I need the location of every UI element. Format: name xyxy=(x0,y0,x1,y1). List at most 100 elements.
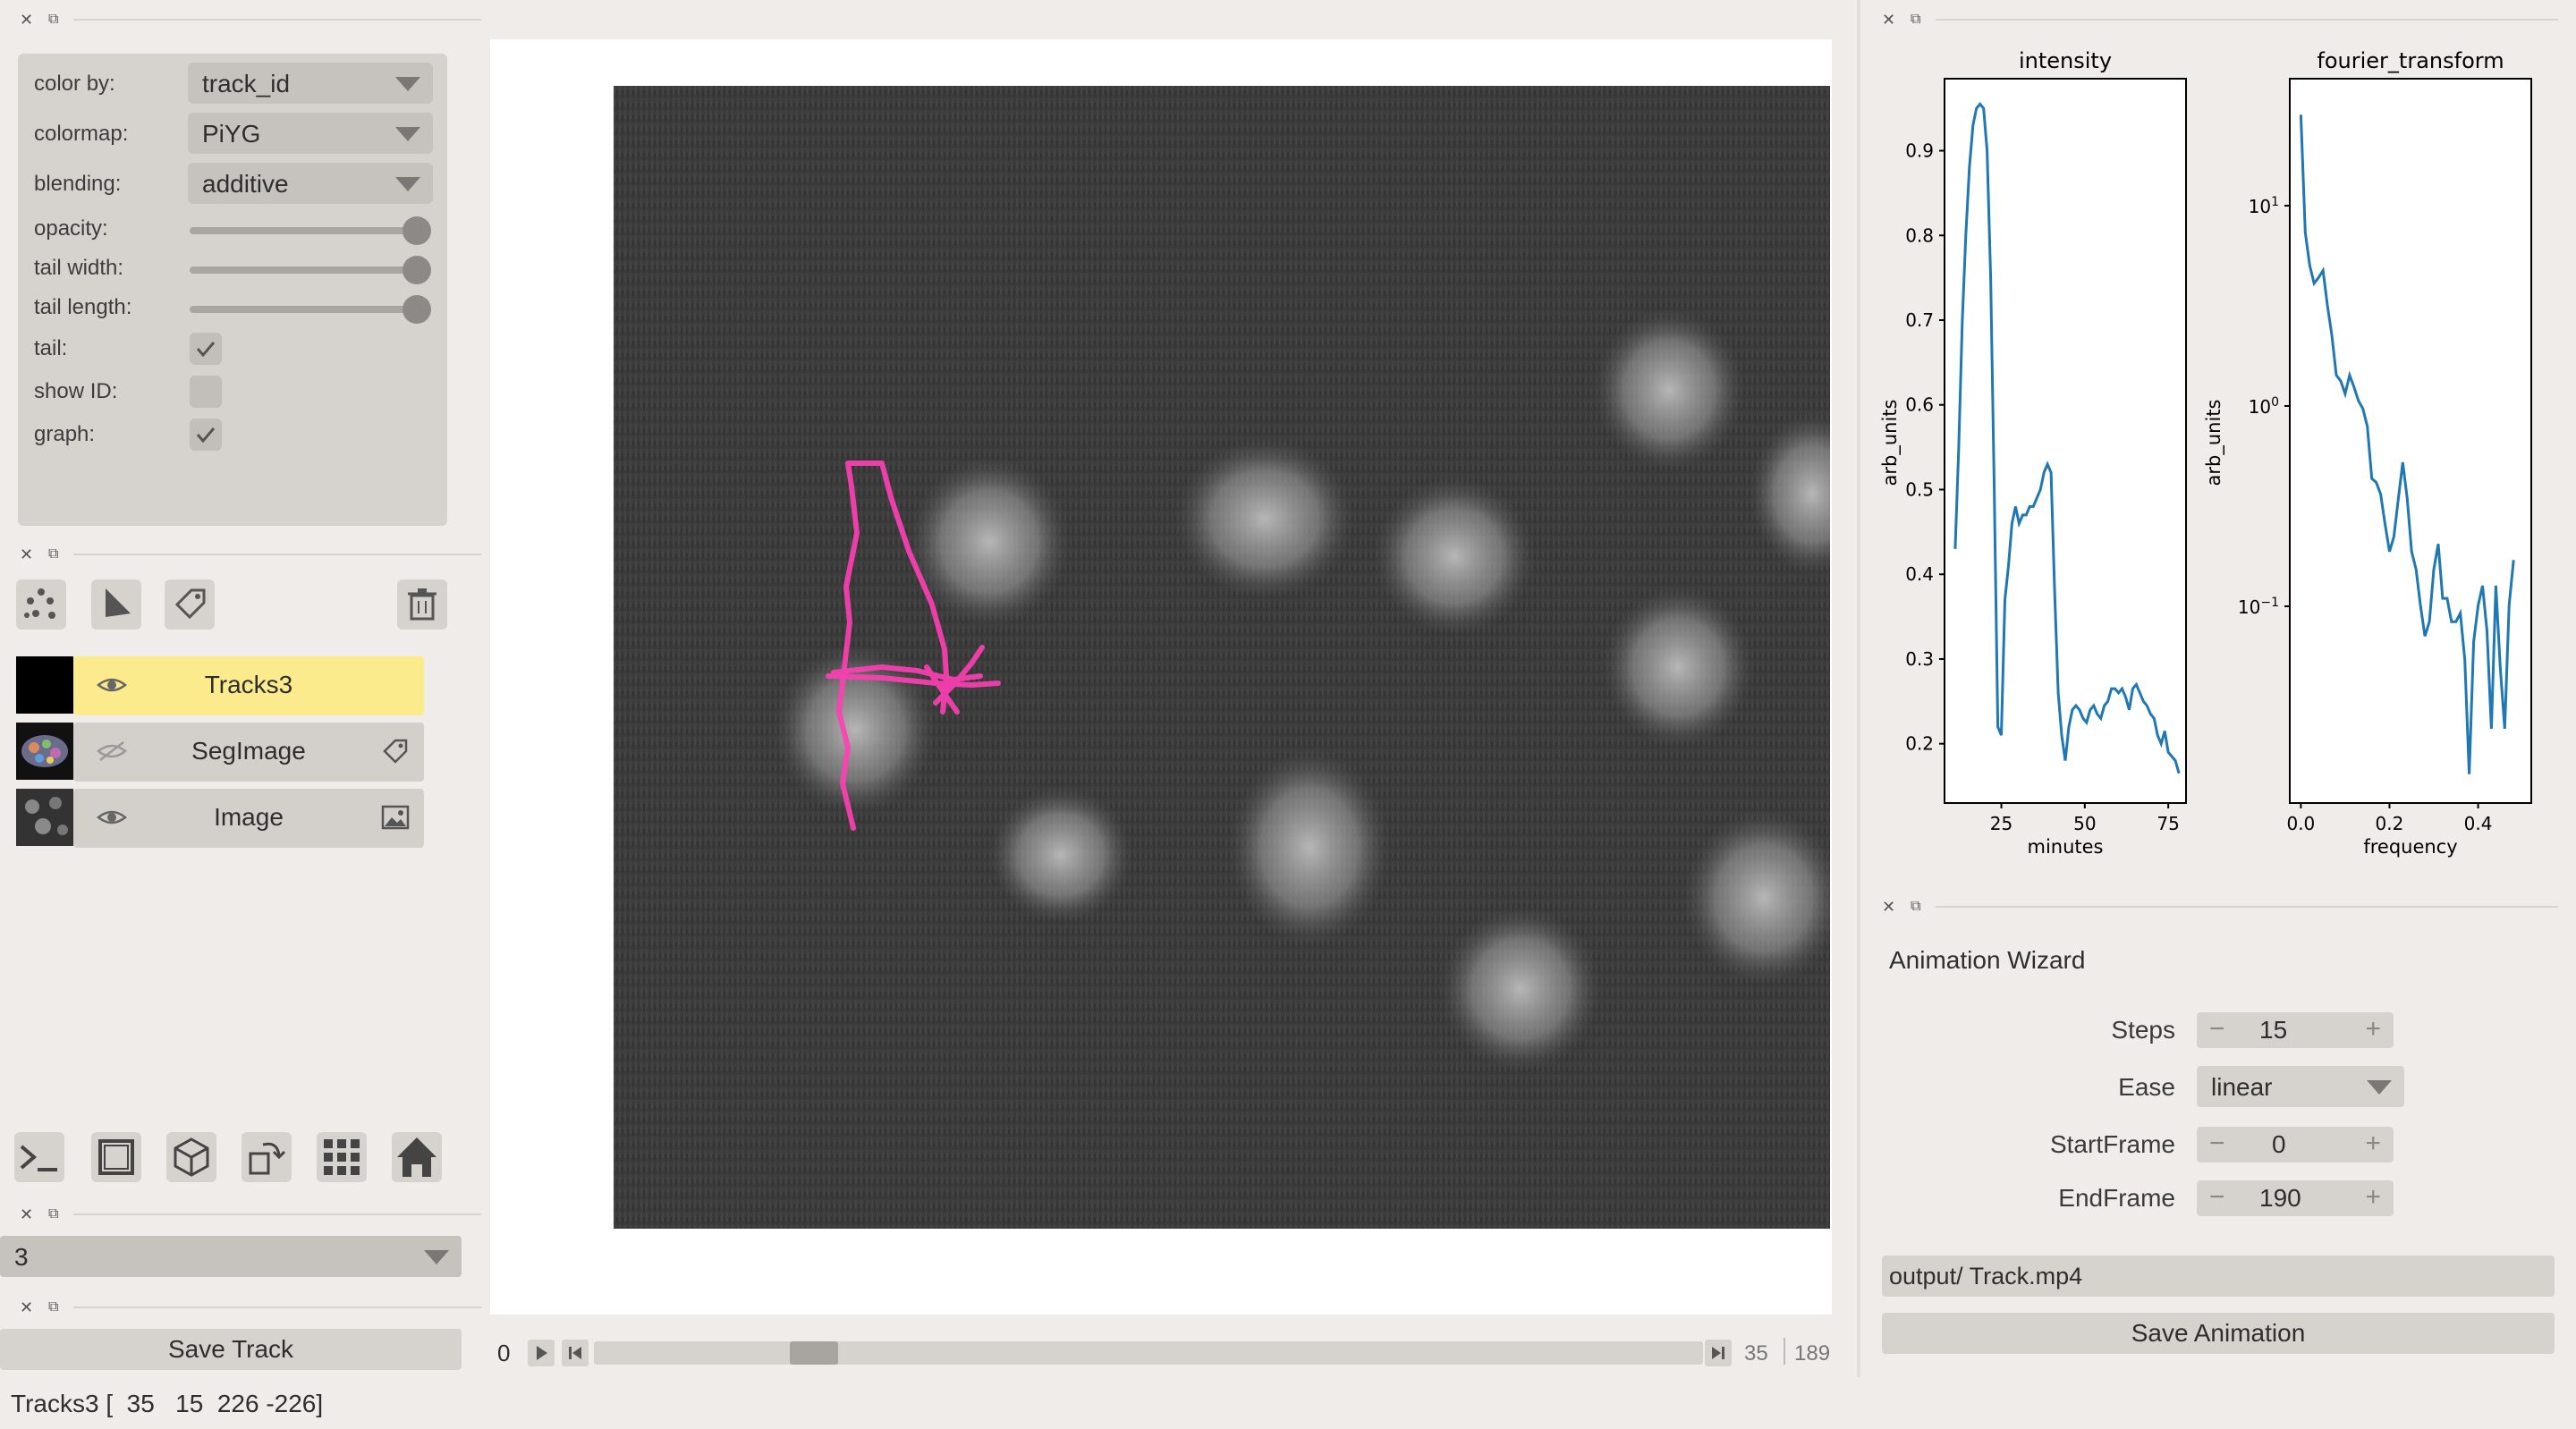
opacity-slider[interactable] xyxy=(190,227,426,234)
end-frame-spinbox[interactable]: − 190 + xyxy=(2197,1180,2394,1216)
layer-name[interactable]: Tracks3 xyxy=(150,671,347,699)
minus-icon[interactable]: − xyxy=(2209,1014,2225,1044)
float-icon[interactable]: ⧉ xyxy=(48,11,58,29)
ndisplay-button[interactable] xyxy=(91,1132,141,1182)
float-icon[interactable]: ⧉ xyxy=(48,1205,58,1223)
float-icon[interactable]: ⧉ xyxy=(1911,898,1920,916)
start-frame-spinbox[interactable]: − 0 + xyxy=(2197,1127,2394,1163)
layer-name[interactable]: Image xyxy=(150,803,347,832)
opacity-slider-handle[interactable] xyxy=(402,216,431,245)
ytick-label: 0.5 xyxy=(1905,478,1934,500)
step-forward-icon[interactable] xyxy=(1705,1340,1732,1366)
close-icon[interactable]: ✕ xyxy=(20,545,33,563)
viewer-canvas[interactable] xyxy=(490,39,1832,1315)
delete-layer-button[interactable] xyxy=(397,579,447,630)
layer-controls-dock-header: ✕ ⧉ xyxy=(16,9,481,30)
chevron-down-icon xyxy=(2367,1080,2392,1095)
plus-icon[interactable]: + xyxy=(2365,1014,2381,1044)
plots-figure: intensity minutes arb_units 0.2 0.3 0.4 0.5… xyxy=(1869,36,2567,876)
graph-checkbox[interactable] xyxy=(190,419,222,451)
xtick-label: 0.0 xyxy=(2286,813,2315,834)
intensity-title: intensity xyxy=(2019,48,2112,73)
layer-row-tracks3[interactable]: Tracks3 xyxy=(73,656,424,715)
eye-icon[interactable] xyxy=(97,674,127,696)
layer-name[interactable]: SegImage xyxy=(150,737,347,765)
colormap-dropdown[interactable]: PiYG xyxy=(188,113,433,154)
fourier-xlabel: frequency xyxy=(2363,836,2457,858)
tail-checkbox[interactable] xyxy=(190,333,222,365)
dock-splitter[interactable] xyxy=(1857,0,1860,1377)
plus-icon[interactable]: + xyxy=(2365,1129,2381,1159)
start-frame-value[interactable]: 0 xyxy=(2272,1130,2286,1159)
polygon-icon xyxy=(106,588,131,617)
minus-icon[interactable]: − xyxy=(2209,1129,2225,1159)
ease-dropdown[interactable]: linear xyxy=(2197,1066,2404,1107)
track-id-dropdown[interactable]: 3 xyxy=(0,1236,462,1277)
float-icon[interactable]: ⧉ xyxy=(1911,11,1920,29)
dims-slider-track[interactable] xyxy=(594,1341,1703,1365)
transpose-button[interactable] xyxy=(242,1132,292,1182)
eye-closed-icon[interactable] xyxy=(97,740,127,762)
plus-icon[interactable]: + xyxy=(2365,1182,2381,1213)
float-icon[interactable]: ⧉ xyxy=(48,545,58,563)
ease-value: linear xyxy=(2211,1073,2273,1101)
plots-dock-header: ✕ ⧉ xyxy=(1878,9,2558,30)
show-id-checkbox[interactable] xyxy=(190,376,222,408)
opacity-label: opacity: xyxy=(34,216,108,241)
layer-row-image[interactable]: Image xyxy=(73,789,424,848)
float-icon[interactable]: ⧉ xyxy=(48,1298,58,1316)
xtick-label: 25 xyxy=(1990,813,2012,834)
close-icon[interactable]: ✕ xyxy=(20,1298,33,1316)
blending-dropdown[interactable]: additive xyxy=(188,163,433,204)
ytick-label: 0.7 xyxy=(1905,309,1934,331)
current-frame[interactable]: 35 xyxy=(1744,1341,1768,1366)
roll-dims-button[interactable] xyxy=(166,1132,216,1182)
tail-width-label: tail width: xyxy=(34,256,124,280)
save-track-button[interactable]: Save Track xyxy=(0,1329,462,1370)
color-by-dropdown[interactable]: track_id xyxy=(188,63,433,104)
start-frame-label: StartFrame xyxy=(2049,1130,2175,1158)
animation-dock-header: ✕ ⧉ xyxy=(1878,896,2558,917)
eye-icon[interactable] xyxy=(97,807,127,828)
trash-icon xyxy=(408,588,436,621)
dims-slider-handle[interactable] xyxy=(790,1341,838,1365)
new-shapes-layer-button[interactable] xyxy=(91,579,141,630)
grid-view-button[interactable] xyxy=(317,1132,367,1182)
ytick-label: 0.3 xyxy=(1905,648,1934,670)
fourier-title: fourier_transform xyxy=(2317,48,2504,73)
tail-length-slider-handle[interactable] xyxy=(402,295,431,324)
output-path-input[interactable]: output/ Track.mp4 xyxy=(1882,1256,2555,1297)
tail-width-slider[interactable] xyxy=(190,266,426,274)
checkmark-icon xyxy=(196,427,216,444)
close-icon[interactable]: ✕ xyxy=(20,11,33,29)
steps-label: Steps xyxy=(2111,1016,2175,1044)
steps-spinbox[interactable]: − 15 + xyxy=(2197,1012,2394,1048)
steps-value[interactable]: 15 xyxy=(2259,1016,2287,1044)
ytick-label: 0.6 xyxy=(1905,394,1934,416)
console-button[interactable] xyxy=(14,1132,64,1182)
new-labels-layer-button[interactable] xyxy=(165,579,215,630)
ytick-label: 0.2 xyxy=(1905,733,1934,755)
play-icon[interactable] xyxy=(528,1340,555,1366)
save-animation-button[interactable]: Save Animation xyxy=(1882,1313,2555,1354)
close-icon[interactable]: ✕ xyxy=(20,1205,33,1223)
close-icon[interactable]: ✕ xyxy=(1882,11,1895,29)
layer-row-segimage[interactable]: SegImage xyxy=(73,723,424,782)
output-path-value[interactable]: output/ Track.mp4 xyxy=(1889,1263,2082,1290)
home-icon xyxy=(397,1137,436,1177)
minus-icon[interactable]: − xyxy=(2209,1182,2225,1213)
step-back-icon[interactable] xyxy=(562,1340,589,1366)
close-icon[interactable]: ✕ xyxy=(1882,898,1895,916)
end-frame-value[interactable]: 190 xyxy=(2259,1184,2301,1213)
cube-icon xyxy=(174,1137,209,1177)
chevron-down-icon xyxy=(395,127,420,141)
tail-length-slider[interactable] xyxy=(190,306,426,313)
ease-label: Ease xyxy=(2118,1073,2175,1101)
home-button[interactable] xyxy=(392,1132,442,1182)
layer-thumbnail-image xyxy=(16,789,73,846)
tail-width-slider-handle[interactable] xyxy=(402,256,431,284)
xtick-label: 75 xyxy=(2157,813,2179,834)
new-points-layer-button[interactable] xyxy=(16,579,66,630)
chevron-down-icon xyxy=(395,177,420,191)
status-bar: Tracks3 [ 35 15 226 -226] xyxy=(11,1390,324,1417)
